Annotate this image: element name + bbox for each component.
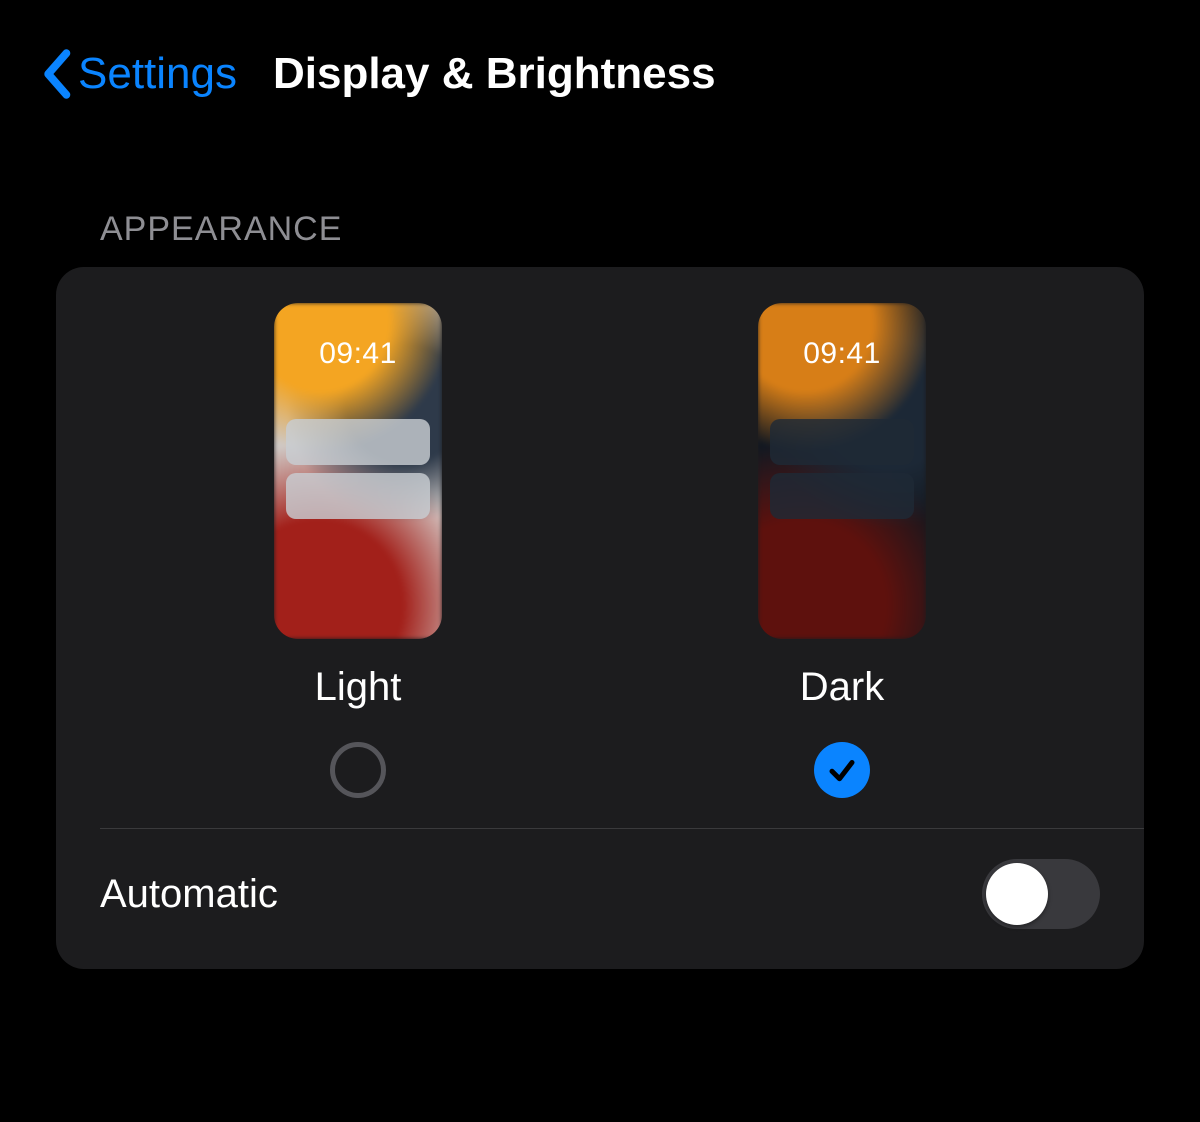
back-button[interactable]: Settings [40,48,237,100]
appearance-option-light[interactable]: 09:41 Light [198,303,518,798]
preview-clock: 09:41 [758,337,926,371]
radio-light[interactable] [330,742,386,798]
checkmark-icon [827,755,857,785]
automatic-switch[interactable] [982,859,1100,929]
option-label-light: Light [315,665,402,710]
radio-dark[interactable] [814,742,870,798]
automatic-label: Automatic [100,872,278,917]
switch-knob-icon [986,863,1048,925]
appearance-options: 09:41 Light 09:41 Dark [56,267,1144,828]
chevron-left-icon [40,48,72,100]
section-header-appearance: APPEARANCE [100,210,1200,249]
preview-dark: 09:41 [758,303,926,639]
appearance-card: 09:41 Light 09:41 Dark Automatic [56,267,1144,969]
nav-bar: Settings Display & Brightness [0,0,1200,100]
widget-icon [286,419,430,465]
preview-light: 09:41 [274,303,442,639]
preview-clock: 09:41 [274,337,442,371]
widget-icon [770,473,914,519]
option-label-dark: Dark [800,665,884,710]
widget-icon [770,419,914,465]
page-title: Display & Brightness [273,49,716,99]
widget-icon [286,473,430,519]
automatic-row: Automatic [56,829,1144,969]
back-label: Settings [78,49,237,99]
appearance-option-dark[interactable]: 09:41 Dark [682,303,1002,798]
